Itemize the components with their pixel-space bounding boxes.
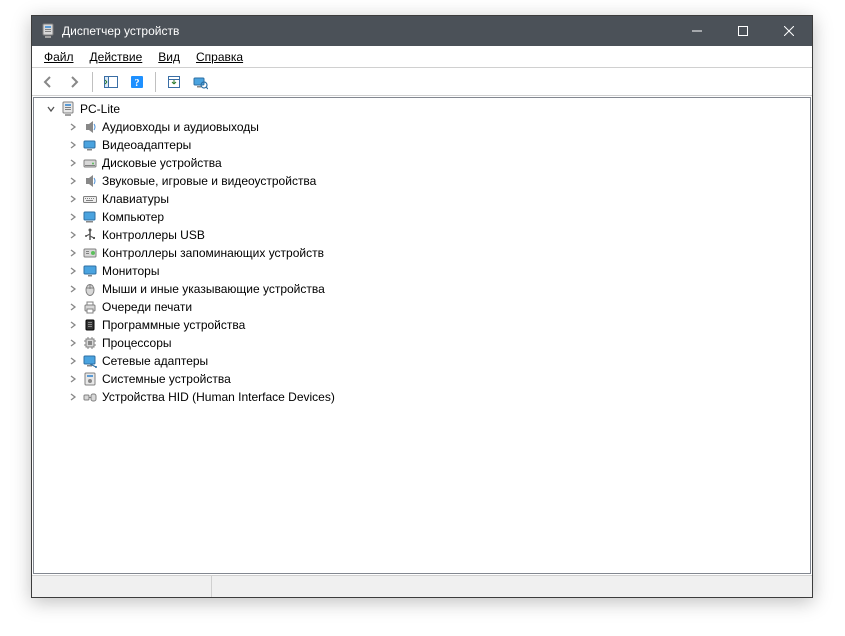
chevron-right-icon[interactable] [66, 120, 80, 134]
chevron-right-icon[interactable] [66, 282, 80, 296]
tree-node-monitor[interactable]: Мониторы [38, 262, 810, 280]
titlebar: Диспетчер устройств [32, 16, 812, 46]
cpu-icon [82, 335, 98, 351]
chevron-right-icon[interactable] [66, 336, 80, 350]
tree-node-label: Аудиовходы и аудиовыходы [102, 120, 259, 134]
show-hide-tree-button[interactable] [99, 71, 123, 93]
tree-node-system[interactable]: Системные устройства [38, 370, 810, 388]
tree-node-label: Сетевые адаптеры [102, 354, 208, 368]
tree-node-label: Мониторы [102, 264, 159, 278]
maximize-button[interactable] [720, 16, 766, 46]
tree-node-network[interactable]: Сетевые адаптеры [38, 352, 810, 370]
tree-node-hid[interactable]: Устройства HID (Human Interface Devices) [38, 388, 810, 406]
device-manager-window: Диспетчер устройств Файл Действие Вид Сп… [31, 15, 813, 598]
toolbar-separator [92, 72, 93, 92]
tree-node-label: Компьютер [102, 210, 164, 224]
tree-node-computer[interactable]: Компьютер [38, 208, 810, 226]
chevron-right-icon[interactable] [66, 372, 80, 386]
chevron-right-icon[interactable] [66, 228, 80, 242]
computer-icon [82, 209, 98, 225]
nav-forward-button[interactable] [62, 71, 86, 93]
tree-node-soundgame[interactable]: Звуковые, игровые и видеоустройства [38, 172, 810, 190]
tree-node-keyboard[interactable]: Клавиатуры [38, 190, 810, 208]
tree-node-label: Видеоадаптеры [102, 138, 191, 152]
close-button[interactable] [766, 16, 812, 46]
tree-node-label: Дисковые устройства [102, 156, 222, 170]
scan-hardware-button[interactable] [188, 71, 212, 93]
tree-node-label: Устройства HID (Human Interface Devices) [102, 390, 335, 404]
tree-node-label: Контроллеры USB [102, 228, 205, 242]
chevron-right-icon[interactable] [66, 174, 80, 188]
menu-view[interactable]: Вид [150, 48, 188, 66]
tree-node-label: Процессоры [102, 336, 172, 350]
tree-node-cpu[interactable]: Процессоры [38, 334, 810, 352]
statusbar [32, 575, 812, 597]
software-icon [82, 317, 98, 333]
chevron-right-icon[interactable] [66, 210, 80, 224]
audio-icon [82, 119, 98, 135]
toolbar: ? [32, 68, 812, 96]
menu-help[interactable]: Справка [188, 48, 251, 66]
disk-icon [82, 155, 98, 171]
hid-icon [82, 389, 98, 405]
tree-node-video[interactable]: Видеоадаптеры [38, 136, 810, 154]
chevron-right-icon[interactable] [66, 138, 80, 152]
minimize-button[interactable] [674, 16, 720, 46]
system-icon [82, 371, 98, 387]
tree-root-label: PC-Lite [80, 102, 120, 116]
tree-node-label: Очереди печати [102, 300, 192, 314]
printqueue-icon [82, 299, 98, 315]
tree-node-label: Мыши и иные указывающие устройства [102, 282, 325, 296]
tree-node-label: Программные устройства [102, 318, 245, 332]
menu-action[interactable]: Действие [82, 48, 151, 66]
keyboard-icon [82, 191, 98, 207]
network-icon [82, 353, 98, 369]
menu-file[interactable]: Файл [36, 48, 82, 66]
toolbar-separator [155, 72, 156, 92]
video-icon [82, 137, 98, 153]
storagectl-icon [82, 245, 98, 261]
tree-node-software[interactable]: Программные устройства [38, 316, 810, 334]
app-icon [40, 23, 56, 39]
chevron-right-icon[interactable] [66, 156, 80, 170]
tree-node-usb[interactable]: Контроллеры USB [38, 226, 810, 244]
chevron-right-icon[interactable] [66, 264, 80, 278]
tree-node-audio[interactable]: Аудиовходы и аудиовыходы [38, 118, 810, 136]
usb-icon [82, 227, 98, 243]
chevron-right-icon[interactable] [66, 246, 80, 260]
chevron-right-icon[interactable] [66, 354, 80, 368]
tree-node-label: Системные устройства [102, 372, 231, 386]
device-tree[interactable]: PC-Lite Аудиовходы и аудиовыходы Видеоада… [33, 97, 811, 574]
tree-node-storagectl[interactable]: Контроллеры запоминающих устройств [38, 244, 810, 262]
tree-node-disk[interactable]: Дисковые устройства [38, 154, 810, 172]
chevron-right-icon[interactable] [66, 192, 80, 206]
monitor-icon [82, 263, 98, 279]
tree-root-node[interactable]: PC-Lite [38, 100, 810, 118]
chevron-right-icon[interactable] [66, 318, 80, 332]
chevron-right-icon[interactable] [66, 390, 80, 404]
menubar: Файл Действие Вид Справка [32, 46, 812, 68]
status-cell [32, 576, 212, 597]
computer-root-icon [60, 101, 76, 117]
nav-back-button[interactable] [36, 71, 60, 93]
svg-text:?: ? [135, 78, 140, 89]
tree-node-mouse[interactable]: Мыши и иные указывающие устройства [38, 280, 810, 298]
chevron-down-icon[interactable] [44, 102, 58, 116]
mouse-icon [82, 281, 98, 297]
tree-node-printqueue[interactable]: Очереди печати [38, 298, 810, 316]
properties-button[interactable] [162, 71, 186, 93]
tree-node-label: Звуковые, игровые и видеоустройства [102, 174, 316, 188]
window-title: Диспетчер устройств [62, 24, 179, 38]
tree-node-label: Клавиатуры [102, 192, 169, 206]
tree-node-label: Контроллеры запоминающих устройств [102, 246, 324, 260]
chevron-right-icon[interactable] [66, 300, 80, 314]
soundgame-icon [82, 173, 98, 189]
help-button[interactable]: ? [125, 71, 149, 93]
